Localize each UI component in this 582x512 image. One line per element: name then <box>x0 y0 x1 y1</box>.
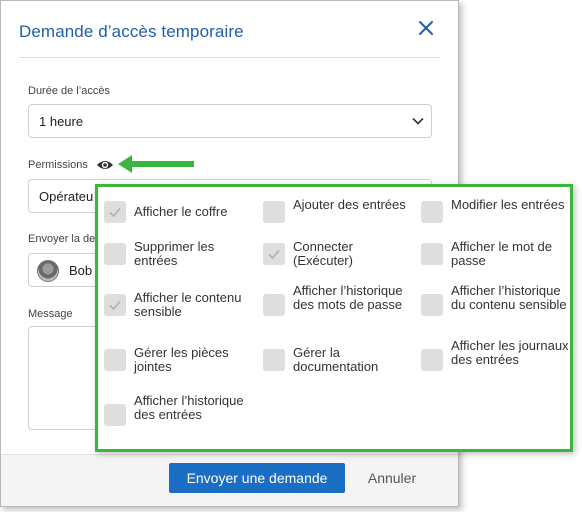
duration-value: 1 heure <box>39 114 84 129</box>
permission-label: Afficher l’historique des mots de passe <box>293 283 403 312</box>
permission-item[interactable]: Afficher l’historique du contenu sensibl… <box>421 284 571 316</box>
permission-item[interactable]: Connecter (Exécuter) <box>263 239 413 268</box>
permission-item[interactable]: Gérer la documentation <box>263 345 413 374</box>
permission-label: Gérer les pièces jointes <box>134 345 229 374</box>
permission-item[interactable]: Gérer les pièces jointes <box>104 345 254 374</box>
permission-checkbox[interactable] <box>421 243 443 265</box>
dialog-title: Demande d’accès temporaire <box>19 22 244 41</box>
check-icon <box>268 249 280 260</box>
permission-checkbox[interactable] <box>104 404 126 426</box>
permission-label: Gérer la documentation <box>293 345 379 374</box>
permission-checkbox[interactable] <box>104 201 126 223</box>
permission-checkbox[interactable] <box>421 349 443 371</box>
permission-item[interactable]: Ajouter des entrées <box>263 197 413 223</box>
send-to-value: Bob <box>69 263 93 278</box>
duration-label: Durée de l’accès <box>28 85 110 97</box>
permission-label: Ajouter des entrées <box>293 197 406 212</box>
permission-label: Supprimer les entrées <box>134 239 215 268</box>
send-to-label: Envoyer la de <box>28 233 96 245</box>
permission-item[interactable]: Afficher l’historique des entrées <box>104 394 254 426</box>
title-divider <box>19 57 440 58</box>
permission-item[interactable]: Supprimer les entrées <box>104 239 254 268</box>
check-icon <box>109 207 121 218</box>
permission-item[interactable]: Afficher le mot de passe <box>421 239 571 268</box>
permission-label: Afficher le mot de passe <box>451 239 552 268</box>
permission-checkbox[interactable] <box>104 243 126 265</box>
permissions-value: Opérateu <box>39 189 94 204</box>
permission-label: Modifier les entrées <box>451 197 565 212</box>
send-request-button[interactable]: Envoyer une demande <box>169 463 345 493</box>
permission-item[interactable]: Modifier les entrées <box>421 197 571 223</box>
permission-label: Afficher le coffre <box>134 204 228 219</box>
permission-checkbox[interactable] <box>104 349 126 371</box>
permission-label: Afficher l’historique du contenu sensibl… <box>451 283 567 312</box>
close-icon <box>419 21 433 35</box>
permission-label: Connecter (Exécuter) <box>293 239 353 268</box>
check-icon <box>109 300 121 311</box>
permission-checkbox[interactable] <box>263 349 285 371</box>
permission-item[interactable]: Afficher l’historique des mots de passe <box>263 284 413 316</box>
eye-icon[interactable] <box>96 158 114 172</box>
green-arrow-icon <box>118 155 194 173</box>
permission-checkbox[interactable] <box>104 294 126 316</box>
permission-item[interactable]: Afficher les journaux des entrées <box>421 339 571 371</box>
message-label: Message <box>28 308 73 320</box>
permission-label: Afficher les journaux des entrées <box>451 338 569 367</box>
permissions-popup: Afficher le coffre Ajouter des entrées M… <box>95 184 573 452</box>
user-avatar <box>37 260 59 282</box>
cancel-button[interactable]: Annuler <box>359 463 425 493</box>
permission-item[interactable]: Afficher le contenu sensible <box>104 290 254 319</box>
duration-select[interactable]: 1 heure <box>28 104 432 138</box>
permission-item[interactable]: Afficher le coffre <box>104 201 254 223</box>
permission-checkbox[interactable] <box>263 201 285 223</box>
permissions-label: Permissions <box>28 159 88 171</box>
permission-checkbox[interactable] <box>263 243 285 265</box>
permission-label: Afficher le contenu sensible <box>134 290 242 319</box>
permission-checkbox[interactable] <box>421 294 443 316</box>
chevron-down-icon <box>412 117 424 125</box>
permission-checkbox[interactable] <box>263 294 285 316</box>
permission-label: Afficher l’historique des entrées <box>134 393 244 422</box>
close-button[interactable] <box>415 17 437 39</box>
permission-checkbox[interactable] <box>421 201 443 223</box>
